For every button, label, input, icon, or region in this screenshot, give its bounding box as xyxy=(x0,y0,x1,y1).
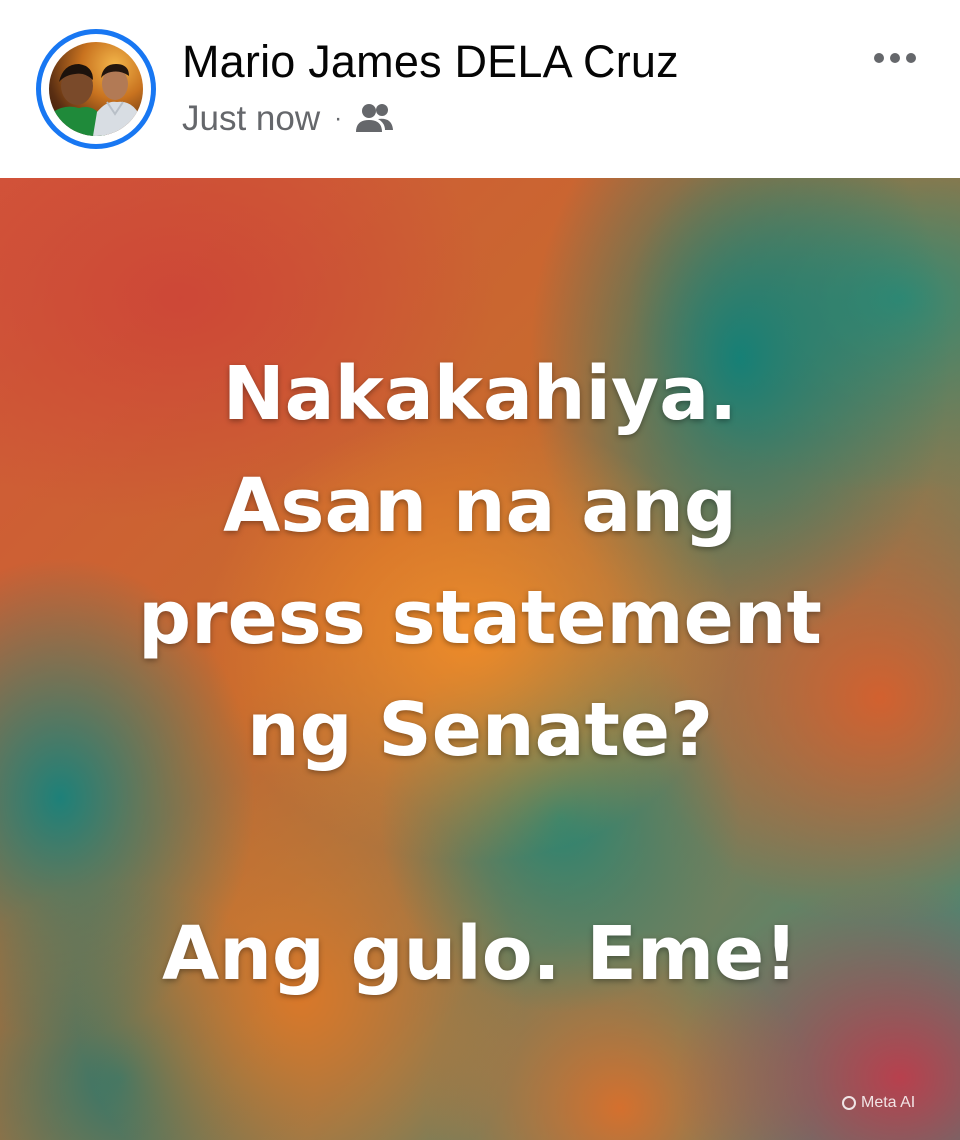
meta-ai-watermark: Meta AI xyxy=(842,1092,915,1114)
avatar[interactable] xyxy=(36,29,156,149)
meta-ai-label: Meta AI xyxy=(861,1094,916,1111)
post-background[interactable]: Nakakahiya. Asan na ang press statement … xyxy=(0,178,960,1140)
more-horizontal-icon-dot xyxy=(874,53,884,63)
post-text-line: ng Senate? xyxy=(246,687,713,773)
meta-ai-icon xyxy=(842,1096,856,1110)
more-horizontal-icon-dot xyxy=(890,53,900,63)
author-name[interactable]: Mario James DELA Cruz xyxy=(182,36,679,88)
more-horizontal-icon-dot xyxy=(906,53,916,63)
more-options-button[interactable] xyxy=(860,38,930,78)
post-text-line: Asan na ang xyxy=(223,463,737,549)
post-text-line: press statement xyxy=(138,575,822,661)
post-header: Mario James DELA Cruz Just now · xyxy=(0,0,960,178)
post-text-line: Nakakahiya. xyxy=(222,351,738,437)
post-text-line: Ang gulo. Eme! xyxy=(161,911,798,997)
post-meta: Just now · xyxy=(182,98,394,140)
friends-icon[interactable] xyxy=(354,102,394,136)
post-text: Nakakahiya. Asan na ang press statement … xyxy=(40,338,920,1010)
profile-photo xyxy=(49,42,143,136)
post-timestamp[interactable]: Just now xyxy=(182,99,320,139)
meta-separator: · xyxy=(334,105,343,132)
profile-photo-art xyxy=(49,64,143,136)
post-text-blank-line xyxy=(40,786,920,898)
